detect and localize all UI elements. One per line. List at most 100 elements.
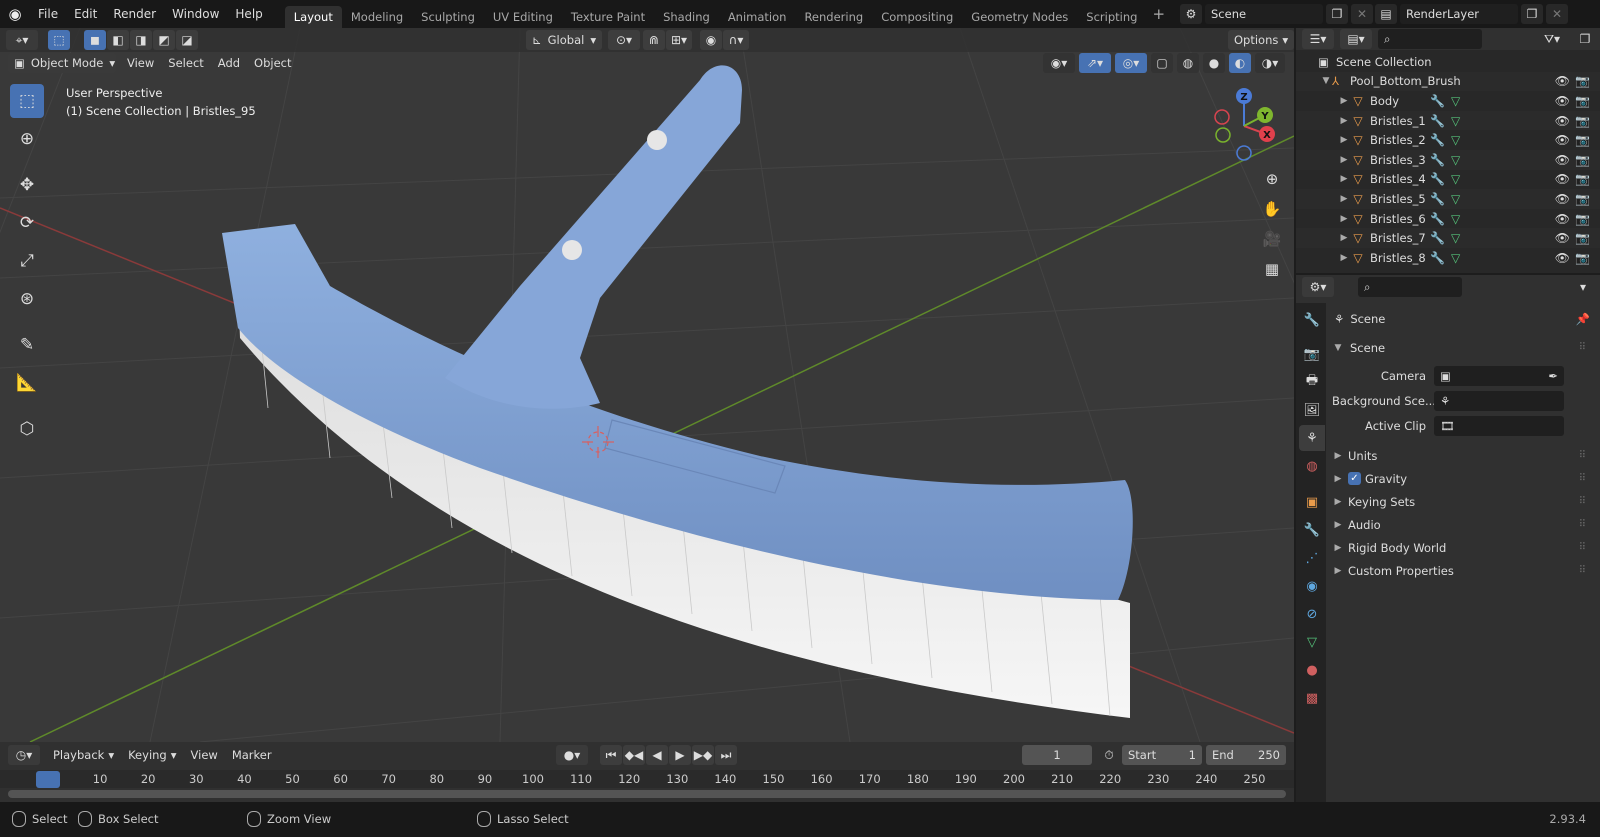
select-invert-icon[interactable]: ◩ [153, 30, 175, 50]
outliner-search-input[interactable]: ⌕ [1378, 29, 1482, 49]
view-layer-browse-icon[interactable]: ▤ [1375, 4, 1397, 24]
auto-keying-icon[interactable]: ●▾ [556, 745, 588, 765]
modifier-wrench-icon[interactable]: 🔧 [1430, 114, 1445, 128]
prev-keyframe-icon[interactable]: ◆◀ [623, 745, 645, 765]
delete-scene-icon[interactable]: ✕ [1351, 4, 1373, 24]
visibility-eye-icon[interactable]: 👁 [1555, 231, 1570, 245]
snap-toggle-icon[interactable]: ⋒ [643, 30, 665, 50]
outliner-item[interactable]: ▶ ▽ Bristles_2 🔧 ▽ 👁 📷 [1296, 130, 1600, 150]
outliner-item[interactable]: ▶ ▽ Bristles_5 🔧 ▽ 👁 📷 [1296, 189, 1600, 209]
gizmo-toggle-icon[interactable]: ⇗▾ [1079, 53, 1111, 73]
expand-triangle-icon[interactable]: ▶ [1338, 194, 1350, 204]
mesh-data-icon[interactable]: ▽ [1451, 153, 1460, 167]
render-camera-icon[interactable]: 📷 [1575, 94, 1590, 108]
filter-icon[interactable]: ⛛▾ [1536, 29, 1568, 49]
visibility-eye-icon[interactable]: 👁 [1555, 192, 1570, 206]
viewport-menu-object[interactable]: Object [247, 53, 298, 73]
falloff-icon[interactable]: ∩▾ [723, 30, 749, 50]
new-scene-icon[interactable]: ❐ [1326, 4, 1348, 24]
tab-modeling[interactable]: Modeling [342, 6, 412, 28]
render-camera-icon[interactable]: 📷 [1575, 153, 1590, 167]
expand-triangle-icon[interactable]: ▶ [1338, 155, 1350, 165]
render-camera-icon[interactable]: 📷 [1575, 192, 1590, 206]
timeline-editor-type-icon[interactable]: ◷▾ [8, 745, 40, 765]
new-collection-icon[interactable]: ❐ [1574, 29, 1596, 49]
particles-tab-icon[interactable]: ⋰ [1299, 545, 1325, 571]
modifier-wrench-icon[interactable]: 🔧 [1430, 172, 1445, 186]
ortho-toggle-icon[interactable]: ▦ [1258, 255, 1286, 283]
overlays-toggle-icon[interactable]: ◎▾ [1115, 53, 1147, 73]
select-intersect-icon[interactable]: ◪ [176, 30, 198, 50]
expand-triangle-icon[interactable]: ▶ [1338, 214, 1350, 224]
render-camera-icon[interactable]: 📷 [1575, 114, 1590, 128]
wireframe-shading-icon[interactable]: ◍ [1177, 53, 1199, 73]
prop-field-1[interactable]: ⚘ [1434, 390, 1564, 411]
navigation-gizmo[interactable]: Z X Y [1206, 86, 1290, 166]
menu-render[interactable]: Render [105, 0, 164, 28]
scene-name-field[interactable]: Scene [1205, 4, 1323, 24]
play-icon[interactable]: ▶ [669, 745, 691, 765]
stopwatch-icon[interactable]: ⏱ [1098, 745, 1120, 765]
scene-browse-icon[interactable]: ⚙ [1180, 4, 1202, 24]
viewport-menu-select[interactable]: Select [161, 53, 210, 73]
render-camera-icon[interactable]: 📷 [1575, 133, 1590, 147]
move-tool-icon[interactable]: ✥ [10, 168, 44, 202]
visibility-eye-icon[interactable]: 👁 [1555, 133, 1570, 147]
gravity-checkbox[interactable]: ✓ [1348, 472, 1361, 485]
modifier-wrench-icon[interactable]: 🔧 [1430, 94, 1445, 108]
display-mode-icon[interactable]: ▤▾ [1340, 29, 1372, 49]
tab-shading[interactable]: Shading [654, 6, 719, 28]
panel-audio[interactable]: ▶ Audio ⠿ [1332, 513, 1594, 536]
view-layer-tab-icon[interactable]: 🖼 [1299, 397, 1325, 423]
frame-ruler[interactable]: 1102030405060708090100110120130140150160… [0, 770, 1294, 788]
tool-tab-icon[interactable]: 🔧 [1299, 307, 1325, 333]
panel-gravity[interactable]: ▶ ✓ Gravity ⠿ [1332, 467, 1594, 490]
tab-texture-paint[interactable]: Texture Paint [562, 6, 654, 28]
menu-edit[interactable]: Edit [66, 0, 105, 28]
next-keyframe-icon[interactable]: ▶◆ [692, 745, 714, 765]
panel-custom-properties[interactable]: ▶ Custom Properties ⠿ [1332, 559, 1594, 582]
render-camera-icon[interactable]: 📷 [1575, 212, 1590, 226]
scale-tool-icon[interactable]: ⤢ [10, 244, 44, 278]
camera-view-icon[interactable]: 🎥 [1258, 225, 1286, 253]
timeline-menu-keying[interactable]: Keying ▾ [121, 745, 183, 765]
rendered-shading-icon[interactable]: ◑▾ [1255, 53, 1285, 73]
select-box-tool-icon[interactable]: ⬚ [10, 84, 44, 118]
object-tab-icon[interactable]: ▣ [1299, 489, 1325, 515]
expand-triangle-icon[interactable]: ▶ [1338, 116, 1350, 126]
mesh-data-icon[interactable]: ▽ [1451, 94, 1460, 108]
expand-triangle-icon[interactable]: ▶ [1338, 96, 1350, 106]
view-layer-field[interactable]: RenderLayer [1400, 4, 1518, 24]
viewport-menu-view[interactable]: View [120, 53, 161, 73]
render-tab-icon[interactable]: 📷 [1299, 341, 1325, 367]
material-shading-icon[interactable]: ◐ [1229, 53, 1251, 73]
outliner-item[interactable]: ▶ ▽ Bristles_1 🔧 ▽ 👁 📷 [1296, 110, 1600, 131]
cursor-tool-icon[interactable]: ⊕ [10, 122, 44, 156]
mode-dropdown[interactable]: ▣ Object Mode ▾ [8, 53, 116, 73]
tab-layout[interactable]: Layout [284, 6, 342, 28]
material-tab-icon[interactable]: ● [1299, 657, 1325, 683]
tab-animation[interactable]: Animation [719, 6, 796, 28]
tab-scripting[interactable]: Scripting [1077, 6, 1146, 28]
outliner-item[interactable]: ▶ ▽ Bristles_3 🔧 ▽ 👁 📷 [1296, 149, 1600, 170]
editor-type-icon[interactable]: ⌖▾ [6, 30, 38, 50]
modifier-wrench-icon[interactable]: 🔧 [1430, 231, 1445, 245]
outliner-item[interactable]: ▶ ▽ Body 🔧 ▽ 👁 📷 [1296, 91, 1600, 111]
end-frame-field[interactable]: End 250 [1206, 745, 1286, 765]
expand-triangle-icon[interactable]: ▶ [1338, 253, 1350, 263]
world-tab-icon[interactable]: ◍ [1299, 453, 1325, 479]
timeline-menu-playback[interactable]: Playback ▾ [46, 745, 121, 765]
expand-triangle-icon[interactable]: ▶ [1338, 233, 1350, 243]
scene-panel-header[interactable]: ▼ Scene ⠿ [1332, 336, 1594, 359]
current-frame-field[interactable]: 1 [1022, 745, 1092, 765]
select-new-icon[interactable]: ◼ [84, 30, 106, 50]
physics-tab-icon[interactable]: ◉ [1299, 573, 1325, 599]
modifier-wrench-icon[interactable]: 🔧 [1430, 251, 1445, 265]
modifier-wrench-icon[interactable]: 🔧 [1430, 192, 1445, 206]
snap-target-icon[interactable]: ⊞▾ [666, 30, 692, 50]
add-cube-tool-icon[interactable]: ⬡ [10, 412, 44, 446]
menu-file[interactable]: File [30, 0, 66, 28]
eyedropper-icon[interactable]: ✒ [1548, 366, 1558, 386]
tab-rendering[interactable]: Rendering [795, 6, 872, 28]
mesh-data-icon[interactable]: ▽ [1451, 212, 1460, 226]
